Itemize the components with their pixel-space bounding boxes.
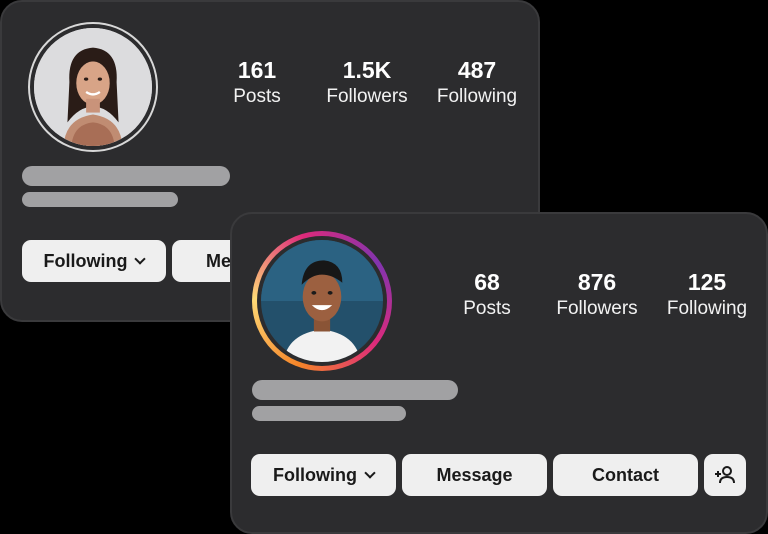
contact-button[interactable]: Contact <box>553 454 698 496</box>
avatar-photo-man <box>261 240 383 362</box>
stat-posts-count: 68 <box>474 269 500 295</box>
message-button[interactable]: Message <box>402 454 547 496</box>
stage: 161 Posts 1.5K Followers 487 Following F… <box>0 0 768 534</box>
avatar-photo-woman <box>34 28 152 146</box>
stat-followers[interactable]: 1.5K Followers <box>312 56 422 110</box>
chevron-down-icon <box>134 253 147 265</box>
stat-following[interactable]: 125 Following <box>652 268 762 322</box>
bio-placeholder <box>252 406 406 421</box>
stat-posts[interactable]: 161 Posts <box>202 56 312 110</box>
avatar-ring-gap <box>257 236 387 366</box>
stat-posts-label: Posts <box>463 298 511 319</box>
profile-avatar-story-ring[interactable] <box>252 231 392 371</box>
add-person-icon <box>715 466 735 484</box>
bio-placeholder <box>22 192 178 207</box>
profile-actions: Following Message Contact <box>251 454 746 496</box>
name-placeholder <box>252 380 458 400</box>
profile-avatar[interactable] <box>28 22 158 152</box>
name-placeholder <box>22 166 230 186</box>
stat-followers-count: 876 <box>577 269 617 295</box>
following-button[interactable]: Following <box>251 454 396 496</box>
add-person-button[interactable] <box>704 454 746 496</box>
message-button-label: Message <box>436 464 513 485</box>
stat-following-count: 125 <box>687 269 727 295</box>
stat-following-label: Following <box>436 86 518 107</box>
stat-following-count: 487 <box>457 57 497 83</box>
stat-followers-count: 1.5K <box>342 57 392 83</box>
following-button[interactable]: Following <box>22 240 166 282</box>
contact-button-label: Contact <box>592 464 659 485</box>
stat-posts-count: 161 <box>237 57 277 83</box>
profile-stats: 161 Posts 1.5K Followers 487 Following <box>202 56 532 110</box>
stat-followers-label: Followers <box>326 86 408 107</box>
stat-following[interactable]: 487 Following <box>422 56 532 110</box>
chevron-down-icon <box>364 467 376 479</box>
profile-card-front: 68 Posts 876 Followers 125 Following Fol… <box>230 212 768 534</box>
following-button-label: Following <box>43 250 128 271</box>
stat-following-label: Following <box>666 298 748 319</box>
stat-posts[interactable]: 68 Posts <box>432 268 542 322</box>
stat-followers-label: Followers <box>556 298 638 319</box>
stat-posts-label: Posts <box>233 86 281 107</box>
following-button-label: Following <box>273 464 357 485</box>
stat-followers[interactable]: 876 Followers <box>542 268 652 322</box>
profile-stats: 68 Posts 876 Followers 125 Following <box>432 268 762 322</box>
